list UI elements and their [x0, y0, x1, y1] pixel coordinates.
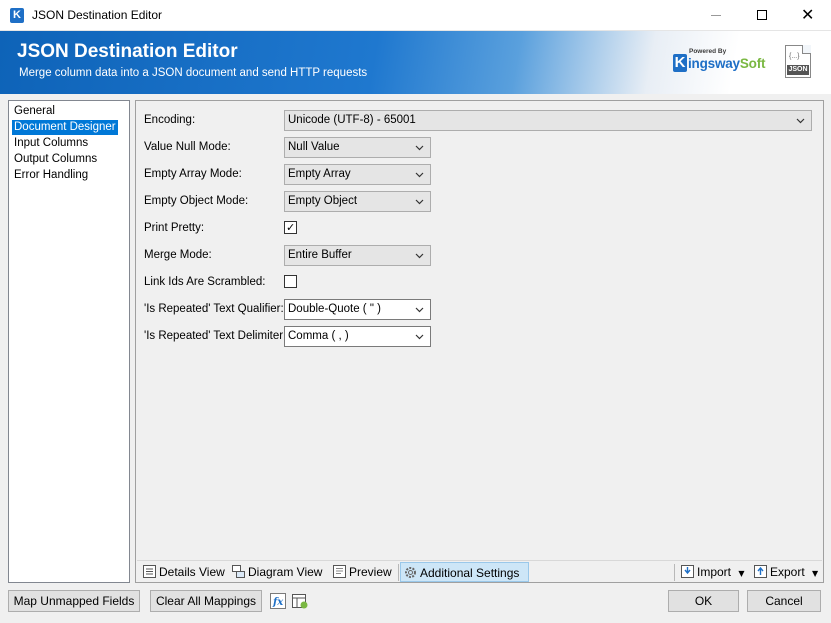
maximize-icon — [757, 10, 767, 20]
minimize-icon — [711, 15, 721, 16]
view-tab-strip: Details View Diagram View Preview Additi… — [137, 560, 822, 582]
print-pretty-checkbox[interactable]: ✓ — [284, 221, 297, 234]
additional-settings-panel: Encoding: Unicode (UTF-8) - 65001 Value … — [135, 100, 824, 583]
header-banner: JSON Destination Editor Merge column dat… — [0, 31, 831, 94]
print-pretty-label: Print Pretty: — [144, 222, 205, 234]
text-qualifier-combo[interactable]: Double-Quote ( " ) — [284, 299, 431, 320]
tab-diagram-view[interactable]: Diagram View — [229, 562, 322, 582]
empty-object-mode-value: Empty Object — [288, 195, 358, 207]
dropdown-arrow-icon: ▼ — [812, 569, 819, 578]
sidebar-nav: General Document Designer Input Columns … — [8, 100, 130, 583]
banner-title: JSON Destination Editor — [17, 41, 238, 62]
encoding-select[interactable]: Unicode (UTF-8) - 65001 — [284, 110, 812, 131]
export-menu-button[interactable]: Export ▼ — [751, 562, 818, 582]
clear-all-mappings-button[interactable]: Clear All Mappings — [150, 590, 262, 612]
maximize-button[interactable] — [739, 0, 785, 30]
close-button[interactable]: ✕ — [785, 0, 831, 30]
link-ids-scrambled-checkbox[interactable] — [284, 275, 297, 288]
checkmark-icon: ✓ — [286, 221, 296, 234]
map-unmapped-fields-button[interactable]: Map Unmapped Fields — [8, 590, 140, 612]
tab-details-view[interactable]: Details View — [140, 562, 225, 582]
value-null-mode-label: Value Null Mode: — [144, 141, 231, 153]
banner-subtitle: Merge column data into a JSON document a… — [19, 67, 368, 79]
tab-preview-label: Preview — [349, 565, 392, 579]
kingswaysoft-logo: Powered By K ingswaySoft — [673, 48, 766, 78]
chevron-down-icon — [415, 253, 424, 259]
json-braces: {...} — [789, 53, 800, 60]
text-qualifier-value: Double-Quote ( " ) — [288, 303, 381, 315]
value-null-mode-select[interactable]: Null Value — [284, 137, 431, 158]
chevron-down-icon — [415, 199, 424, 205]
dropdown-arrow-icon: ▼ — [738, 569, 745, 578]
text-delimiter-value: Comma ( , ) — [288, 330, 349, 342]
ok-button[interactable]: OK — [668, 590, 739, 612]
text-delimiter-label: 'Is Repeated' Text Delimiter: — [144, 330, 287, 342]
window-title: JSON Destination Editor — [32, 8, 163, 22]
encoding-value: Unicode (UTF-8) - 65001 — [288, 114, 416, 126]
tab-preview[interactable]: Preview — [330, 562, 392, 582]
json-file-icon: {...} JSON — [785, 45, 811, 78]
logo-name: ingswaySoft — [688, 56, 766, 71]
value-null-mode-value: Null Value — [288, 141, 340, 153]
chevron-down-icon — [796, 118, 805, 124]
minimize-button[interactable] — [693, 0, 739, 30]
empty-array-mode-label: Empty Array Mode: — [144, 168, 242, 180]
logo-k-icon: K — [673, 54, 687, 72]
tab-additional-settings[interactable]: Additional Settings — [400, 562, 529, 582]
encoding-label: Encoding: — [144, 114, 196, 126]
diagram-view-icon — [232, 565, 245, 578]
import-menu-button[interactable]: Import ▼ — [678, 562, 745, 582]
tab-diagram-view-label: Diagram View — [248, 565, 323, 579]
gear-icon — [405, 567, 416, 578]
expression-fx-icon[interactable]: fx — [270, 593, 286, 609]
tab-additional-settings-label: Additional Settings — [420, 566, 520, 580]
empty-object-mode-select[interactable]: Empty Object — [284, 191, 431, 212]
merge-mode-label: Merge Mode: — [144, 249, 212, 261]
logo-powered-by: Powered By — [689, 48, 727, 55]
export-icon — [754, 565, 767, 578]
sidebar-item-document-designer[interactable]: Document Designer — [12, 120, 118, 135]
chevron-down-icon — [415, 145, 424, 151]
import-label: Import — [697, 565, 732, 579]
merge-mode-value: Entire Buffer — [288, 249, 352, 261]
svg-text:fx: fx — [272, 597, 284, 608]
export-label: Export — [770, 565, 805, 579]
title-bar: K JSON Destination Editor ✕ — [0, 0, 831, 31]
text-qualifier-label: 'Is Repeated' Text Qualifier: — [144, 303, 284, 315]
details-view-icon — [143, 565, 156, 578]
close-icon: ✕ — [801, 5, 815, 24]
empty-array-mode-value: Empty Array — [288, 168, 351, 180]
tab-separator — [398, 564, 399, 581]
text-delimiter-combo[interactable]: Comma ( , ) — [284, 326, 431, 347]
table-settings-icon[interactable] — [292, 593, 308, 609]
chevron-down-icon — [415, 334, 424, 340]
preview-icon — [333, 565, 346, 578]
sidebar-item-general[interactable]: General — [12, 104, 57, 119]
merge-mode-select[interactable]: Entire Buffer — [284, 245, 431, 266]
empty-object-mode-label: Empty Object Mode: — [144, 195, 249, 207]
chevron-down-icon — [415, 172, 424, 178]
json-file-label: JSON — [787, 65, 809, 75]
tab-details-view-label: Details View — [159, 565, 225, 579]
app-k-icon: K — [10, 8, 24, 23]
empty-array-mode-select[interactable]: Empty Array — [284, 164, 431, 185]
cancel-button[interactable]: Cancel — [747, 590, 821, 612]
sidebar-item-output-columns[interactable]: Output Columns — [12, 152, 99, 167]
chevron-down-icon — [415, 307, 424, 313]
sidebar-item-error-handling[interactable]: Error Handling — [12, 168, 90, 183]
tab-separator — [674, 564, 675, 581]
link-ids-scrambled-label: Link Ids Are Scrambled: — [144, 276, 266, 288]
sidebar-item-input-columns[interactable]: Input Columns — [12, 136, 90, 151]
import-icon — [681, 565, 694, 578]
